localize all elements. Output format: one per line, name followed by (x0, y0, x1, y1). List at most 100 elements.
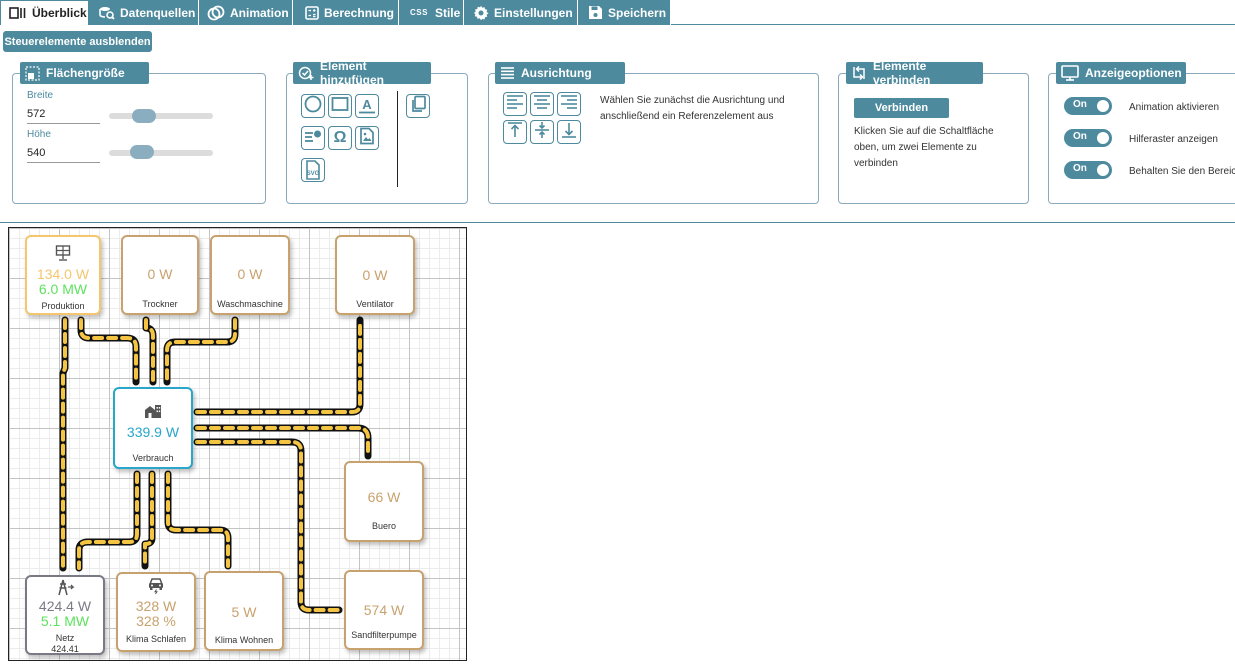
align-center-button[interactable] (530, 92, 554, 116)
css-icon: CSS (410, 8, 428, 17)
height-slider-track[interactable] (109, 150, 213, 156)
toggle-keep-area[interactable]: On (1064, 161, 1112, 179)
height-slider-thumb[interactable] (130, 145, 154, 159)
columns-icon (9, 7, 27, 19)
sandfilterpumpe-power: 574 W (363, 602, 405, 618)
data-search-icon (99, 6, 115, 20)
align-panel-title: Ausrichtung (495, 62, 625, 84)
klima-schlafen-label: Klima Schlafen (125, 634, 187, 644)
node-sandfilterpumpe[interactable]: 574 W Sandfilterpumpe (344, 570, 424, 650)
width-slider-thumb[interactable] (132, 109, 156, 123)
tool-divider (397, 91, 398, 187)
tab-stile[interactable]: CSS Stile (399, 0, 464, 25)
align-top-button[interactable] (503, 120, 527, 144)
tab-berechnung[interactable]: Berechnung (293, 0, 399, 25)
hide-controls-button[interactable]: Steuerelemente ausblenden (3, 31, 152, 52)
circle-tool-icon (304, 95, 322, 118)
node-klima-wohnen[interactable]: 5 W Klima Wohnen (204, 571, 284, 651)
energy-flow-canvas[interactable]: 134.0 W 6.0 MW Produktion 0 W Trockner 0… (8, 227, 467, 661)
datapoint-tool-button[interactable] (301, 126, 325, 150)
monitor-icon (1061, 65, 1079, 81)
verbrauch-label: Verbrauch (132, 453, 174, 463)
toggle-animation[interactable]: On (1064, 97, 1112, 115)
node-klima-schlafen[interactable]: 328 W 328 % Klima Schlafen (116, 572, 196, 652)
produktion-energy: 6.0 MW (38, 281, 88, 297)
omega-tool-button[interactable]: Ω (328, 126, 352, 150)
node-verbrauch[interactable]: 339.9 W Verbrauch (113, 387, 193, 469)
flow-verbrauch-klima-wohnen-dashes (166, 472, 230, 568)
node-waschmaschine[interactable]: 0 W Waschmaschine (210, 235, 290, 315)
klima-wohnen-power: 5 W (231, 604, 257, 620)
flow-produktion-verbrauch-track (77, 316, 140, 386)
tab-label: Speichern (608, 5, 667, 20)
height-label: Höhe (27, 129, 51, 140)
connect-panel-title: Elemente verbinden (846, 59, 983, 87)
panel-title-text: Element hinzufügen (320, 59, 384, 87)
width-input[interactable]: 572 (27, 108, 100, 124)
size-panel-title: Flächengröße (20, 62, 149, 84)
panel-title-text: Elemente verbinden (873, 59, 931, 87)
rectangle-tool-button[interactable] (328, 94, 352, 118)
panel-title-text: Ausrichtung (521, 66, 592, 80)
tab-datenquellen[interactable]: Datenquellen (89, 0, 199, 25)
house-icon (115, 403, 191, 419)
tab-einstellungen[interactable]: Einstellungen (464, 0, 578, 25)
gear-icon (473, 5, 489, 21)
netz-energy: 5.1 MW (40, 613, 90, 629)
trockner-power: 0 W (147, 266, 173, 282)
produktion-label: Produktion (41, 301, 85, 311)
flow-verbrauch-ventilator-dashes (195, 318, 362, 414)
align-left-button[interactable] (503, 92, 527, 116)
height-input[interactable]: 540 (27, 147, 100, 163)
ventilator-label: Ventilator (356, 299, 394, 309)
tab-label: Überblick (32, 6, 87, 20)
produktion-power: 134.0 W (36, 266, 90, 282)
node-trockner[interactable]: 0 W Trockner (121, 235, 199, 315)
connect-arrows-icon (851, 65, 867, 81)
copy-icon (409, 95, 427, 118)
image-tool-button[interactable] (355, 126, 379, 150)
align-right-button[interactable] (557, 92, 581, 116)
netz-label: Netz (55, 633, 75, 643)
power-grid-icon (27, 579, 103, 596)
tab-label: Datenquellen (120, 5, 196, 20)
svg-tool-button[interactable]: SVG (301, 158, 325, 182)
flow-verbrauch-ventilator-track (193, 316, 364, 416)
flow-waschmaschine-verbrauch-track (163, 316, 239, 386)
tab-animation[interactable]: Animation (199, 0, 293, 25)
flow-produktion-verbrauch-dashes (79, 318, 138, 384)
netz-sublabel: 424.41 (51, 644, 79, 654)
node-buero[interactable]: 66 W Buero (344, 461, 424, 542)
netz-power: 424.4 W (38, 598, 92, 614)
align-lines-icon (500, 66, 515, 80)
waschmaschine-power: 0 W (237, 266, 263, 282)
car-charging-icon (118, 577, 194, 594)
buero-label: Buero (371, 521, 397, 531)
align-middle-button[interactable] (530, 120, 554, 144)
circle-tool-button[interactable] (301, 94, 325, 118)
align-bottom-icon (560, 121, 578, 144)
sandfilterpumpe-label: Sandfilterpumpe (351, 630, 417, 640)
resize-area-icon (25, 65, 40, 81)
flow-verbrauch-klima-wohnen-track (164, 470, 232, 570)
ventilator-power: 0 W (362, 267, 388, 283)
node-produktion[interactable]: 134.0 W 6.0 MW Produktion (25, 235, 101, 315)
align-middle-icon (533, 121, 551, 144)
datapoint-tool-icon (304, 127, 322, 150)
node-ventilator[interactable]: 0 W Ventilator (335, 235, 415, 315)
toggle-keep-area-label: Behalten Sie den Bereich (1129, 166, 1235, 177)
align-bottom-button[interactable] (557, 120, 581, 144)
tab-label: Berechnung (324, 5, 395, 20)
connect-button[interactable]: Verbinden (854, 98, 949, 118)
tab-speichern[interactable]: Speichern (578, 0, 671, 25)
klima-schlafen-power: 328 W (135, 598, 177, 614)
calculator-icon (305, 5, 319, 20)
tab-ueberblick[interactable]: Überblick (0, 0, 89, 25)
copy-tool-button[interactable] (406, 94, 430, 118)
image-tool-icon (358, 127, 376, 150)
width-slider-track[interactable] (109, 113, 213, 119)
toggle-grid[interactable]: On (1064, 129, 1112, 147)
text-tool-button[interactable]: A (355, 94, 379, 118)
node-netz[interactable]: 424.4 W 5.1 MW Netz 424.41 (25, 575, 105, 655)
align-top-icon (506, 121, 524, 144)
